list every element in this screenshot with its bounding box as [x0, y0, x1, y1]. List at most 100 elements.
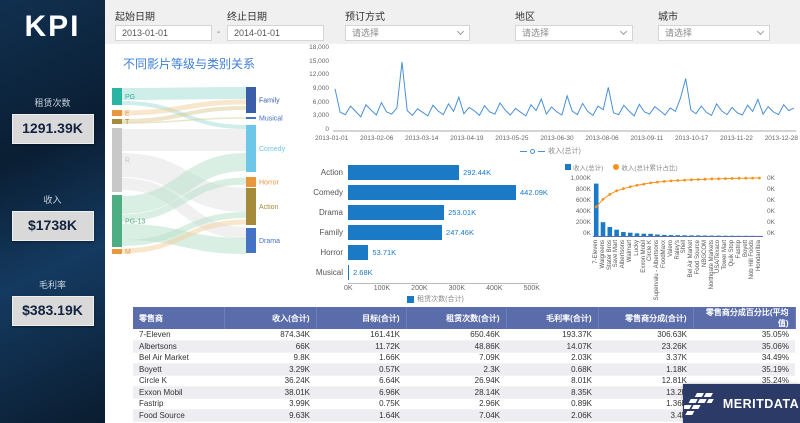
- metric-revenue: 收入 $1738K: [0, 193, 105, 241]
- select-value: 请选择: [352, 26, 379, 40]
- pareto-point: [649, 182, 652, 185]
- sankey-node-label: PG: [125, 94, 135, 101]
- start-date-input[interactable]: 2013-01-01: [115, 25, 212, 41]
- pareto-plot[interactable]: [593, 175, 763, 239]
- end-date-input[interactable]: 2014-01-01: [227, 25, 324, 41]
- sankey-chart[interactable]: PGETRPG-13MFamilyMusicalComedyHorrorActi…: [110, 80, 310, 270]
- pareto-bar[interactable]: [696, 235, 701, 236]
- table-cell: 12.81K: [598, 375, 693, 387]
- sankey-node-family[interactable]: [246, 87, 256, 113]
- sankey-node-comedy[interactable]: [246, 125, 256, 172]
- table-cell: 2.3K: [406, 364, 506, 376]
- bar-horror[interactable]: [348, 245, 368, 260]
- table-cell: 3.99K: [224, 398, 316, 410]
- pareto-bar[interactable]: [669, 235, 674, 236]
- table-header-cell[interactable]: 零售商: [133, 307, 224, 329]
- table-cell: 0.57K: [316, 364, 406, 376]
- bar-drama[interactable]: [348, 205, 444, 220]
- pareto-bar[interactable]: [628, 233, 633, 236]
- table-cell: Bel Air Market: [133, 352, 224, 364]
- table-cell: 8.35K: [506, 387, 598, 399]
- pareto-point: [717, 177, 720, 180]
- bar-family[interactable]: [348, 225, 442, 240]
- pareto-category-label: NBGCOM: [702, 240, 709, 300]
- y-tick-label: 0K: [767, 175, 775, 182]
- pareto-bar[interactable]: [703, 236, 708, 237]
- bar-value-label: 442.09K: [520, 188, 548, 197]
- bar-comedy[interactable]: [348, 185, 516, 200]
- table-header-cell[interactable]: 目标(合计): [316, 307, 406, 329]
- sankey-node-drama[interactable]: [246, 228, 256, 253]
- sankey-node-m[interactable]: [112, 249, 122, 254]
- table-header-cell[interactable]: 收入(合计): [224, 307, 316, 329]
- sidebar: KPI 租赁次数 1291.39K 收入 $1738K 毛利率 $383.19K: [0, 0, 105, 423]
- sankey-node-r[interactable]: [112, 128, 122, 192]
- y-tick-label: 0K: [767, 197, 775, 204]
- revenue-line-plot[interactable]: [333, 48, 796, 134]
- booking-method-select[interactable]: 请选择: [345, 25, 470, 41]
- sankey-node-pg-13[interactable]: [112, 195, 122, 247]
- pareto-bar[interactable]: [614, 230, 619, 236]
- pareto-bar[interactable]: [601, 222, 606, 236]
- bar-legend[interactable]: 租赁次数(合计): [308, 294, 563, 304]
- bar-category-label: Musical: [308, 268, 348, 277]
- pareto-legend[interactable]: 收入(总计) 收入(总计累计占比): [565, 162, 798, 172]
- sankey-link[interactable]: [122, 93, 246, 94]
- y-tick-label: 0K: [583, 230, 591, 237]
- table-row[interactable]: 7-Eleven874.34K161.41K650.46K193.37K306.…: [133, 329, 795, 341]
- pareto-category-label: Lucky: [634, 240, 641, 300]
- y-tick-label: 0K: [767, 219, 775, 226]
- pareto-point: [670, 180, 673, 183]
- sankey-node-label: Drama: [259, 238, 280, 245]
- table-cell: 193.37K: [506, 329, 598, 341]
- x-tick-label: 2013-02-06: [360, 135, 393, 142]
- pareto-bar[interactable]: [648, 234, 653, 236]
- pareto-bar[interactable]: [635, 233, 640, 236]
- table-cell: 13.2K: [598, 387, 693, 399]
- sankey-node-t[interactable]: [112, 119, 122, 124]
- table-header-cell[interactable]: 零售商分成百分比(平均值): [693, 307, 795, 329]
- pareto-cumulative-line[interactable]: [596, 178, 759, 207]
- pareto-bar[interactable]: [621, 232, 626, 236]
- pareto-bar[interactable]: [662, 235, 667, 236]
- pareto-bar[interactable]: [594, 184, 599, 236]
- line-legend[interactable]: 收入(总计): [303, 146, 798, 156]
- x-tick-label: 2013-06-30: [540, 135, 573, 142]
- table-cell: 35.05%: [693, 329, 795, 341]
- table-cell: 48.86K: [406, 341, 506, 353]
- date-range-separator: -: [217, 27, 220, 38]
- sankey-node-musical[interactable]: [246, 117, 256, 119]
- revenue-series[interactable]: [335, 62, 794, 117]
- pareto-bar[interactable]: [676, 235, 681, 236]
- pareto-bar[interactable]: [689, 235, 694, 236]
- table-header-cell[interactable]: 零售商分成(合计): [598, 307, 693, 329]
- table-cell: 34.49%: [693, 352, 795, 364]
- bar-action[interactable]: [348, 165, 459, 180]
- table-row[interactable]: Bel Air Market9.8K1.66K7.09K2.03K3.37K34…: [133, 352, 795, 364]
- pareto-point: [608, 193, 611, 196]
- table-header-cell[interactable]: 租赁次数(合计): [406, 307, 506, 329]
- bar-track: 247.46K: [348, 225, 563, 240]
- pareto-point: [595, 206, 598, 209]
- region-select[interactable]: 请选择: [515, 25, 633, 41]
- sankey-node-horror[interactable]: [246, 177, 256, 187]
- bar-musical[interactable]: [348, 265, 349, 280]
- bar-value-label: 292.44K: [463, 168, 491, 177]
- metric-gross-margin: 毛利率 $383.19K: [0, 278, 105, 326]
- sankey-node-label: Comedy: [259, 146, 286, 153]
- table-cell: 1.66K: [316, 352, 406, 364]
- table-row[interactable]: Albertsons66K11.72K48.86K14.07K23.26K35.…: [133, 341, 795, 353]
- pareto-bar[interactable]: [655, 235, 660, 237]
- pareto-bar[interactable]: [682, 235, 687, 236]
- sankey-node-e[interactable]: [112, 110, 122, 116]
- table-row[interactable]: Boyett3.29K0.57K2.3K0.68K1.18K35.19%: [133, 364, 795, 376]
- sankey-node-pg[interactable]: [112, 88, 122, 105]
- pareto-category-label: Hondarribia: [756, 240, 763, 300]
- sankey-node-action[interactable]: [246, 188, 256, 225]
- pareto-bar[interactable]: [608, 227, 613, 236]
- y-tick-label: 9,000: [313, 85, 329, 92]
- pareto-bar[interactable]: [642, 234, 647, 236]
- table-header-cell[interactable]: 毛利率(合计): [506, 307, 598, 329]
- city-select[interactable]: 请选择: [658, 25, 770, 41]
- sankey-node-label: R: [125, 158, 130, 165]
